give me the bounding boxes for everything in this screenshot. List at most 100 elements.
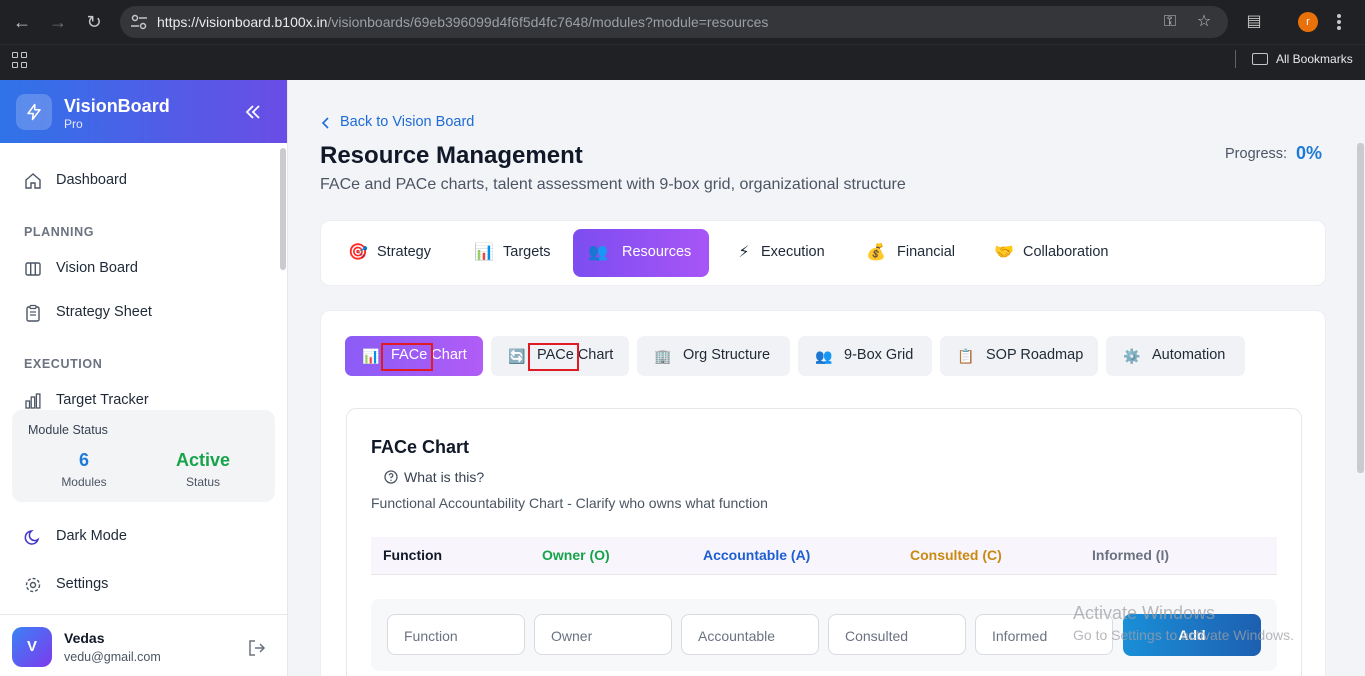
bar-chart-icon [25,393,41,409]
tab-execution[interactable]: ⚡ Execution [719,229,833,277]
subtab-label: Automation [1152,347,1226,363]
tab-strategy[interactable]: 🎯 Strategy [333,229,445,277]
progress-label: Progress: [1225,146,1288,162]
accountable-input[interactable]: Accountable [681,614,819,655]
activate-windows-message: Go to Settings to activate Windows. [1073,627,1294,643]
bar-chart-icon: 📊 [474,244,494,261]
column-header-function: Function [383,547,443,563]
address-bar[interactable]: https://visionboard.b100x.in/visionboard… [120,6,1228,38]
clipboard-icon: 📋 [957,348,975,364]
function-input[interactable]: Function [387,614,525,655]
tab-targets[interactable]: 📊 Targets [459,229,559,277]
tab-label: Execution [761,244,825,260]
lightning-icon: ⚡ [738,244,750,261]
column-header-accountable: Accountable (A) [703,547,811,563]
sidebar-item-label: Dashboard [56,172,127,188]
bookmarks-bar [0,44,1365,80]
menu-kebab-icon[interactable] [1336,12,1342,32]
bookmark-star-icon[interactable]: ☆ [1194,12,1214,32]
all-bookmarks-link[interactable]: All Bookmarks [1276,52,1353,66]
gear-icon [25,577,41,593]
subtab-label: Org Structure [683,347,771,363]
site-settings-icon[interactable] [130,14,148,30]
gear-icon: ⚙️ [1123,348,1141,364]
clipboard-icon [26,304,40,322]
tab-collaboration[interactable]: 🤝 Collaboration [979,229,1119,277]
status-label: Status [185,475,221,489]
chevron-left-icon [321,117,329,129]
sidebar-item-label: Vision Board [56,260,138,276]
tab-resources[interactable]: 👥 Resources [573,229,709,277]
folder-icon [1252,53,1268,65]
subtab-org-structure[interactable]: 🏢 Org Structure [637,336,790,376]
owner-input[interactable]: Owner [534,614,672,655]
url-host: https://visionboard.b100x.in [157,14,328,30]
people-icon: 👥 [588,244,608,261]
moon-icon [24,530,40,545]
refresh-icon: 🔄 [508,348,526,364]
dart-icon: 🎯 [348,244,368,261]
columns-icon [25,262,41,276]
lens-search-icon[interactable]: ▤ [1244,12,1264,32]
brand-name: VisionBoard [64,96,170,116]
section-header-execution: EXECUTION [24,357,103,371]
activate-windows-title: Activate Windows [1073,603,1216,623]
avatar[interactable]: V [12,627,52,667]
section-header-planning: PLANNING [24,225,95,239]
tab-label: Collaboration [1023,244,1109,260]
card-title: FACe Chart [371,437,470,457]
subtab-9-box-grid[interactable]: 👥 9-Box Grid [798,336,932,376]
help-circle-icon [384,470,398,484]
column-header-informed: Informed (I) [1092,547,1169,563]
sidebar-item-label: Strategy Sheet [56,304,152,320]
tab-label: Financial [897,244,956,260]
url-text: https://visionboard.b100x.in/visionboard… [157,14,768,30]
apps-grid-icon[interactable] [12,52,28,68]
user-name: Vedas [64,630,105,646]
back-arrow-icon[interactable]: ← [10,10,34,34]
module-tabs: 🎯 Strategy 📊 Targets 👥 Resources ⚡ Execu… [320,220,1326,286]
dark-mode-label: Dark Mode [56,528,127,544]
divider [0,614,287,615]
consulted-input[interactable]: Consulted [828,614,966,655]
page-scrollbar[interactable] [1357,143,1364,473]
sidebar: VisionBoard Pro Dashboard PLANNING Visio… [0,80,288,676]
subtab-automation[interactable]: ⚙️ Automation [1106,336,1245,376]
table-header: Function Owner (O) Accountable (A) Consu… [371,537,1277,575]
profile-avatar[interactable]: r [1298,12,1318,32]
url-path: /visionboards/69eb396099d4f6f5d4fc7648/m… [327,14,769,30]
tab-label: Targets [503,244,551,260]
sidebar-scrollbar[interactable] [280,148,286,270]
page-title: Resource Management [320,142,583,169]
home-icon [25,173,41,189]
sidebar-item-label: Settings [56,576,109,592]
back-link-label: Back to Vision Board [340,114,475,130]
modules-label: Modules [61,475,107,489]
highlight-box-pace [528,343,579,371]
collapse-sidebar-icon[interactable] [243,102,263,122]
module-status-card: Module Status 6 Modules Active Status [12,410,275,502]
tab-financial[interactable]: 💰 Financial [851,229,963,277]
sidebar-header: VisionBoard Pro [0,80,287,143]
main-content: Back to Vision Board Resource Management… [288,80,1365,676]
column-header-owner: Owner (O) [542,547,610,563]
tab-label: Resources [622,244,692,260]
brand-plan: Pro [64,117,83,131]
reload-icon[interactable]: ↻ [82,10,106,34]
subtab-label: SOP Roadmap [986,347,1084,363]
browser-toolbar: ← → ↻ https://visionboard.b100x.in/visio… [0,0,1365,44]
subtab-sop-roadmap[interactable]: 📋 SOP Roadmap [940,336,1098,376]
lightning-icon [27,103,41,121]
status-value: Active [175,450,231,470]
forward-arrow-icon[interactable]: → [46,10,70,34]
password-key-icon[interactable]: ⚿ [1160,12,1180,32]
sidebar-item-label: Target Tracker [56,392,149,408]
logo [16,94,52,130]
people-icon: 👥 [815,348,833,364]
building-icon: 🏢 [654,348,672,364]
highlight-box-face [381,343,433,371]
user-email: vedu@gmail.com [64,650,161,664]
logout-icon[interactable] [247,638,267,658]
money-bag-icon: 💰 [866,244,886,261]
card-description: Functional Accountability Chart - Clarif… [371,495,768,511]
